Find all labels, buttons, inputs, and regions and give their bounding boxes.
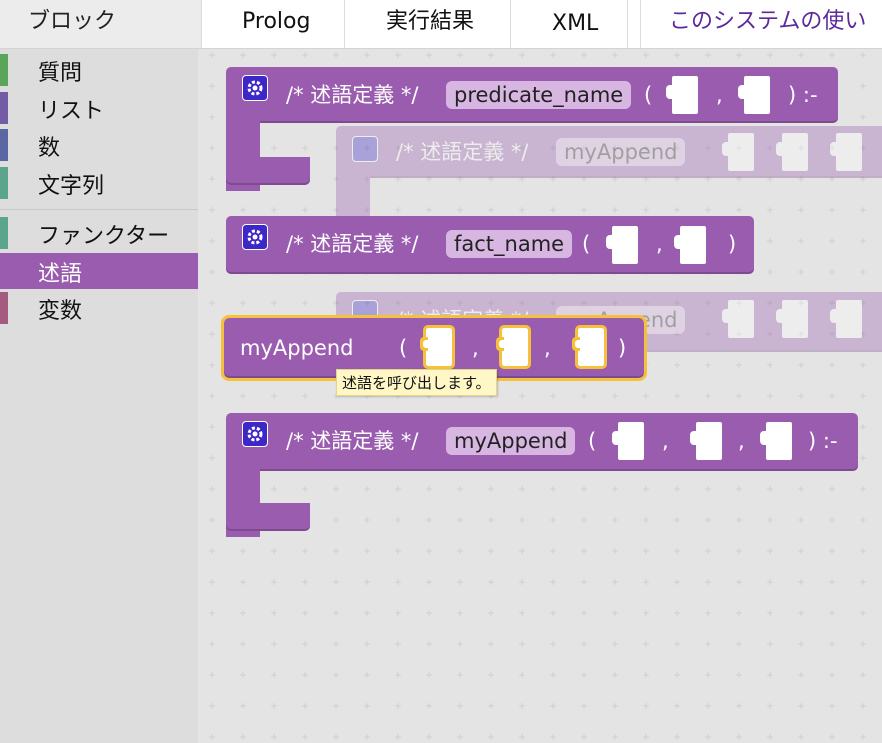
tab-prolog[interactable]: Prolog [210, 0, 345, 48]
comma: , [662, 429, 669, 453]
category-swatch [0, 292, 8, 324]
rparen: ) [788, 83, 797, 107]
tab-xml-label: XML [552, 11, 599, 36]
comment-label: /* 述語定義 */ [286, 83, 419, 107]
argument-slot[interactable] [674, 226, 706, 264]
tab-bar: ブロック Prolog 実行結果 XML このシステムの使い [0, 0, 882, 49]
category-swatch [0, 129, 8, 161]
argument-slot[interactable] [690, 422, 722, 460]
category-swatch [0, 92, 8, 124]
tab-howto-label: このシステムの使い [669, 9, 867, 34]
category-swatch [0, 54, 8, 86]
rparen: ) [808, 429, 817, 453]
category-label: 変数 [38, 299, 83, 324]
tab-blocks[interactable]: ブロック [0, 0, 202, 48]
gear-icon[interactable] [242, 224, 268, 250]
toolbox: 質問 リスト 数 文字列 ファンクター 述語 変数 [0, 49, 198, 743]
rparen: ) [618, 336, 627, 360]
category-label: リスト [38, 99, 105, 124]
gear-icon[interactable] [242, 75, 268, 101]
neck-symbol: :- [822, 429, 838, 453]
category-label: 文字列 [38, 174, 105, 199]
category-question[interactable]: 質問 [0, 52, 198, 88]
category-swatch [0, 255, 8, 287]
comma: , [656, 232, 663, 256]
argument-slot[interactable] [666, 76, 698, 114]
call-name-label: myAppend [240, 336, 354, 360]
ghost-comment: /* 述語定義 */ [396, 140, 529, 164]
comma: , [738, 429, 745, 453]
argument-slot[interactable] [572, 325, 607, 369]
ghost-name-field: myAppend [556, 138, 686, 166]
tab-blocks-label: ブロック [28, 9, 117, 34]
argument-slot[interactable] [606, 226, 638, 264]
comment-label: /* 述語定義 */ [286, 429, 419, 453]
category-variable[interactable]: 変数 [0, 290, 198, 326]
argument-slot[interactable] [612, 422, 644, 460]
comment-label: /* 述語定義 */ [286, 232, 419, 256]
tab-howto-link[interactable]: このシステムの使い [640, 0, 882, 48]
argument-slot[interactable] [496, 325, 531, 369]
tab-prolog-label: Prolog [242, 9, 311, 34]
lparen: ( [399, 336, 408, 360]
category-label: 数 [38, 136, 61, 161]
predicate-name-field[interactable]: predicate_name [446, 81, 632, 109]
gear-icon[interactable] [242, 421, 268, 447]
tab-result[interactable]: 実行結果 [356, 0, 511, 48]
neck-symbol: :- [802, 83, 818, 107]
fact-name-field[interactable]: fact_name [446, 230, 573, 258]
category-string[interactable]: 文字列 [0, 165, 198, 201]
lparen: ( [588, 429, 597, 453]
comma: , [716, 83, 723, 107]
block-workspace[interactable]: /* 述語定義 */ myAppend /* 述語定義 */ myAppend … [198, 49, 882, 743]
category-swatch [0, 167, 8, 199]
category-label: ファンクター [38, 224, 170, 249]
neck-label: ) :- [808, 427, 838, 455]
argument-slot[interactable] [420, 325, 455, 369]
category-label: 述語 [38, 262, 83, 287]
category-number[interactable]: 数 [0, 127, 198, 163]
tab-result-label: 実行結果 [386, 9, 475, 34]
category-predicate[interactable]: 述語 [0, 253, 198, 289]
lparen: ( [644, 83, 653, 107]
category-list[interactable]: リスト [0, 90, 198, 126]
toolbox-divider [0, 209, 198, 210]
comma: , [472, 336, 479, 360]
lparen: ( [582, 232, 591, 256]
comma: , [544, 336, 551, 360]
argument-slot[interactable] [738, 76, 770, 114]
argument-slot[interactable] [760, 422, 792, 460]
category-swatch [0, 217, 8, 249]
category-label: 質問 [38, 61, 83, 86]
category-functor[interactable]: ファンクター [0, 215, 198, 251]
neck-label: ) :- [788, 81, 818, 109]
predicate-name-field[interactable]: myAppend [446, 427, 576, 455]
block-tooltip: 述語を呼び出します。 [336, 369, 497, 396]
tab-xml[interactable]: XML [522, 0, 628, 48]
rparen: ) [728, 232, 737, 256]
